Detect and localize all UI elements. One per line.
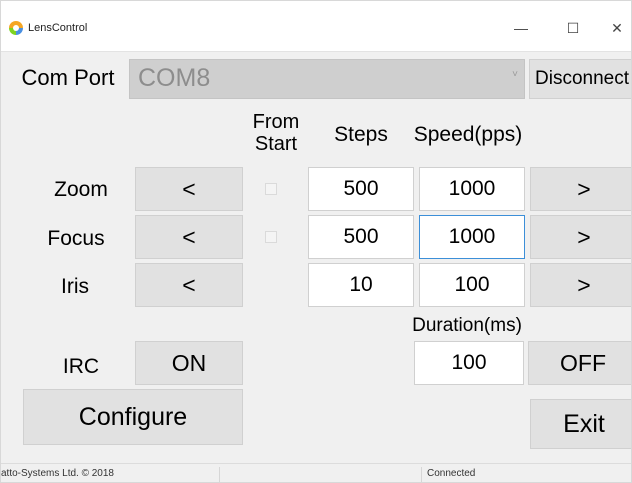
maximize-button[interactable]: ☐ — [553, 14, 593, 42]
chevron-down-icon: ˅ — [512, 69, 518, 80]
focus-steps-input[interactable]: 500 — [308, 215, 414, 259]
status-copyright: atto-Systems Ltd. © 2018 — [1, 468, 114, 479]
title-separator — [1, 51, 631, 52]
focus-label: Focus — [47, 227, 105, 250]
irc-off-button[interactable]: OFF — [528, 341, 631, 385]
status-divider — [219, 467, 220, 482]
lenscontrol-window: LensControl — ☐ ✕ Com Port COM8 ˅ Discon… — [0, 0, 632, 483]
title-bar: LensControl — ☐ ✕ — [1, 1, 631, 51]
focus-right-button[interactable]: > — [530, 215, 631, 259]
disconnect-button[interactable]: Disconnect — [529, 59, 631, 99]
from-start-header-line1: From — [252, 111, 300, 133]
irc-duration-input[interactable]: 100 — [414, 341, 524, 385]
zoom-speed-input[interactable]: 1000 — [419, 167, 525, 211]
iris-speed-input[interactable]: 100 — [419, 263, 525, 307]
app-icon — [9, 21, 23, 35]
zoom-left-button[interactable]: < — [135, 167, 243, 211]
configure-button[interactable]: Configure — [23, 389, 243, 445]
duration-header: Duration(ms) — [412, 315, 522, 336]
zoom-from-start-checkbox[interactable] — [265, 183, 277, 195]
from-start-header-line2: Start — [254, 133, 298, 155]
iris-left-button[interactable]: < — [135, 263, 243, 307]
from-start-header: From Start — [241, 111, 311, 155]
irc-label: IRC — [62, 355, 100, 378]
zoom-right-button[interactable]: > — [530, 167, 631, 211]
close-button[interactable]: ✕ — [601, 14, 631, 42]
status-bar: atto-Systems Ltd. © 2018 Connected — [1, 463, 631, 482]
com-port-label: Com Port — [21, 65, 115, 90]
speed-header: Speed(pps) — [413, 123, 523, 146]
minimize-button[interactable]: — — [501, 14, 541, 42]
com-port-value: COM8 — [138, 64, 211, 92]
com-port-select[interactable]: COM8 ˅ — [129, 59, 525, 99]
window-title: LensControl — [28, 22, 88, 34]
focus-from-start-checkbox[interactable] — [265, 231, 277, 243]
status-connection: Connected — [427, 468, 476, 479]
iris-right-button[interactable]: > — [530, 263, 631, 307]
status-divider — [421, 467, 422, 482]
focus-left-button[interactable]: < — [135, 215, 243, 259]
zoom-steps-input[interactable]: 500 — [308, 167, 414, 211]
steps-header: Steps — [334, 123, 388, 146]
zoom-label: Zoom — [54, 178, 108, 201]
exit-button[interactable]: Exit — [530, 399, 631, 449]
irc-on-button[interactable]: ON — [135, 341, 243, 385]
iris-steps-input[interactable]: 10 — [308, 263, 414, 307]
focus-speed-input[interactable]: 1000 — [419, 215, 525, 259]
iris-label: Iris — [61, 275, 89, 298]
